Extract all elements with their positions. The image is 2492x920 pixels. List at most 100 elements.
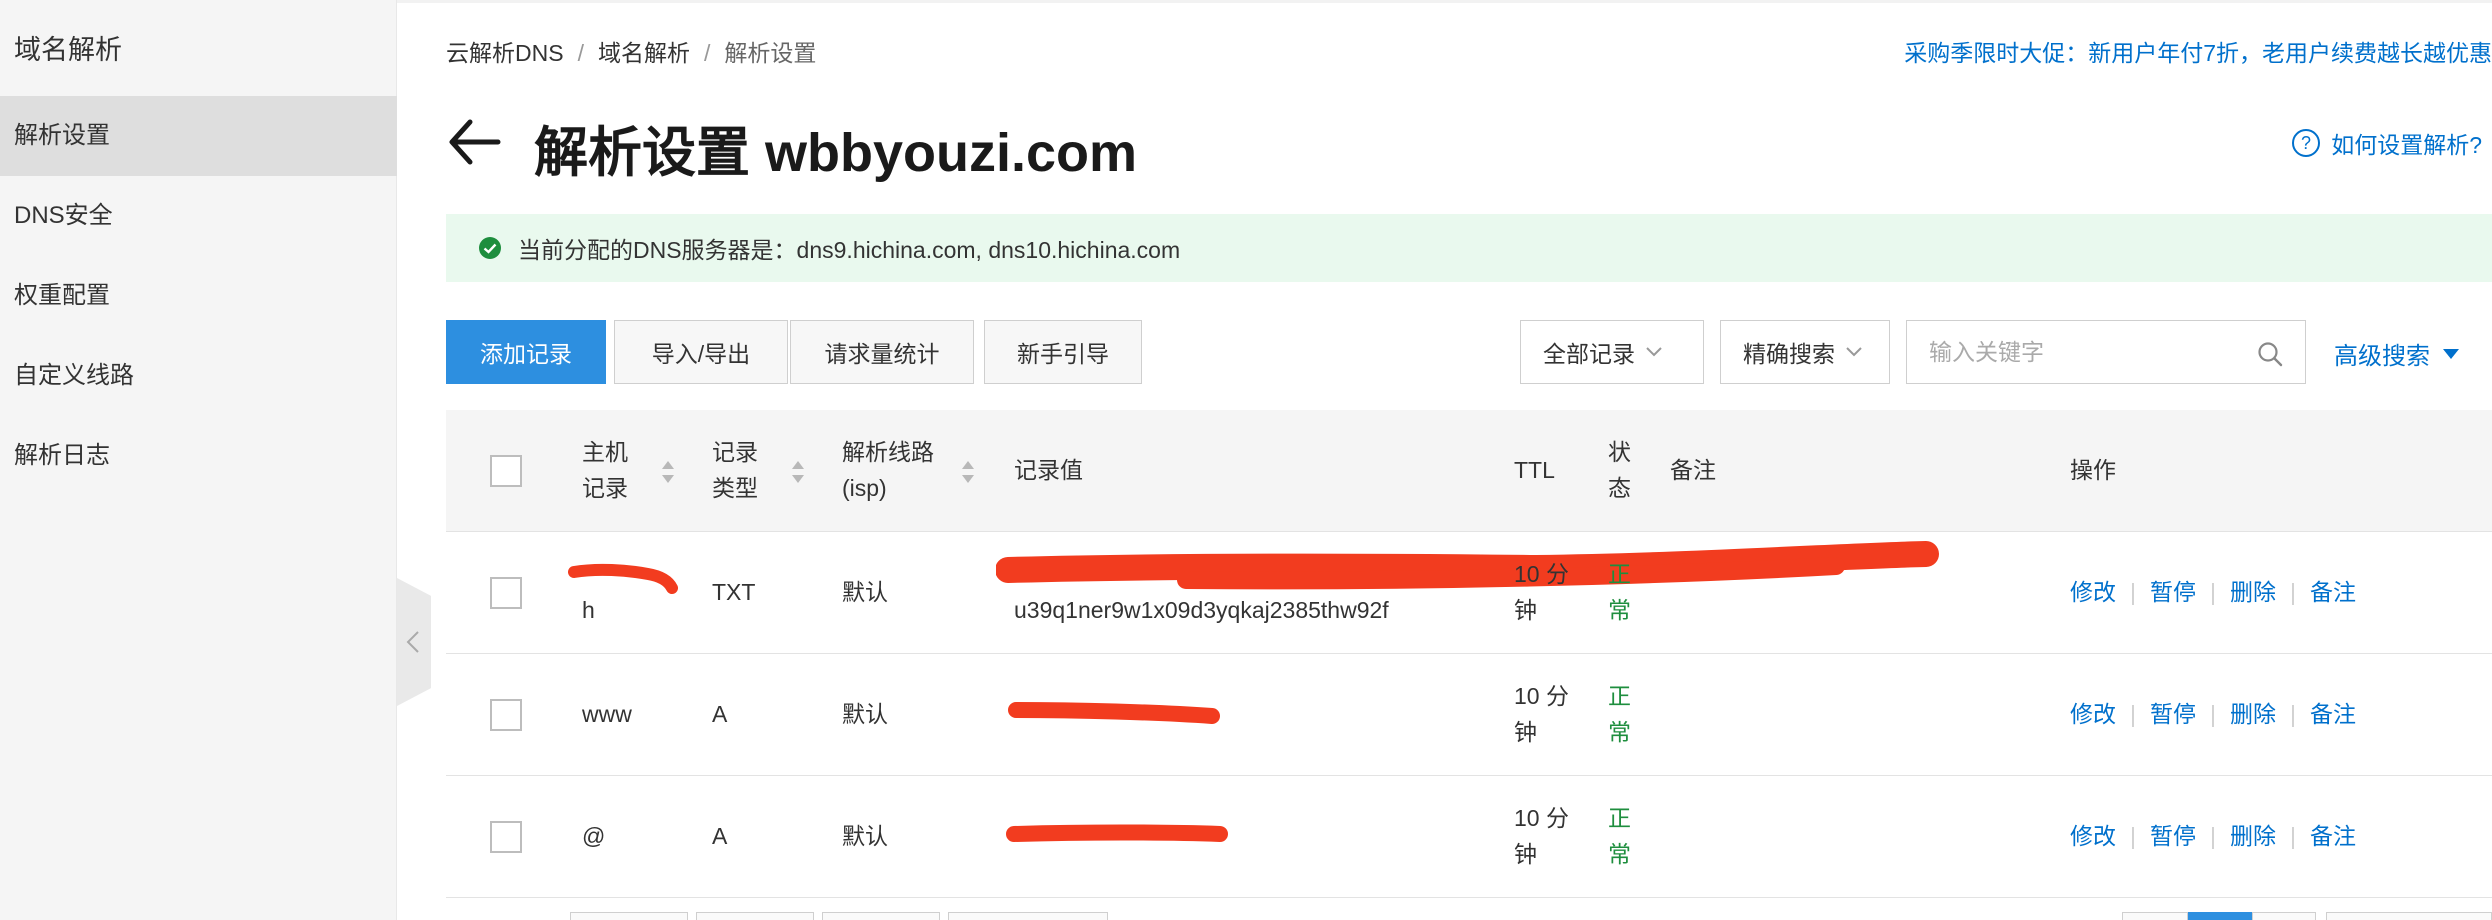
action-separator: | — [2209, 701, 2216, 727]
record-ttl: 10 分 钟 — [1514, 556, 1569, 628]
column-header-type[interactable]: 记录 类型 — [712, 434, 758, 506]
sidebar: 域名解析 解析设置 DNS安全 权重配置 自定义线路 解析日志 — [0, 0, 397, 920]
delete-link[interactable]: 删除 — [2230, 823, 2276, 849]
column-header-line[interactable]: 解析线路 (isp) — [842, 434, 934, 506]
app-root: 域名解析 解析设置 DNS安全 权重配置 自定义线路 解析日志 云解析DNS / 域… — [0, 0, 2492, 920]
sort-icon[interactable] — [660, 458, 676, 486]
redaction-mark — [1006, 824, 1228, 842]
column-header-type-line1: 记录 — [712, 439, 758, 465]
column-header-host-line1: 主机 — [582, 439, 628, 465]
search-mode-value: 精确搜索 — [1743, 341, 1835, 367]
column-header-status-line1: 状 — [1608, 439, 1631, 465]
add-record-button[interactable]: 添加记录 — [446, 320, 606, 384]
breadcrumb-cloud-dns[interactable]: 云解析DNS — [446, 40, 564, 66]
breadcrumb-separator: / — [703, 40, 711, 66]
action-separator: | — [2209, 579, 2216, 605]
record-line: 默认 — [842, 701, 888, 727]
action-separator: | — [2130, 701, 2136, 727]
svg-text:?: ? — [2301, 133, 2311, 153]
sidebar-collapse-handle[interactable] — [397, 578, 431, 706]
sidebar-item-dns-logs[interactable]: 解析日志 — [0, 416, 397, 496]
breadcrumb-domain-dns[interactable]: 域名解析 — [598, 40, 690, 66]
remark-link[interactable]: 备注 — [2310, 701, 2356, 727]
help-link-label: 如何设置解析? — [2331, 132, 2482, 158]
guide-button[interactable]: 新手引导 — [984, 320, 1142, 384]
record-filter-value: 全部记录 — [1543, 341, 1635, 367]
record-ttl-line1: 10 分 — [1514, 683, 1569, 709]
record-filter-select[interactable]: 全部记录 — [1520, 320, 1704, 384]
column-header-remark: 备注 — [1670, 457, 1716, 483]
remark-link[interactable]: 备注 — [2310, 579, 2356, 605]
request-stats-button[interactable]: 请求量统计 — [790, 320, 974, 384]
sidebar-item-dns-settings[interactable]: 解析设置 — [0, 96, 397, 176]
dns-server-banner: 当前分配的DNS服务器是：dns9.hichina.com, dns10.hic… — [446, 214, 2492, 282]
advanced-search-toggle[interactable]: 高级搜索 — [2334, 336, 2460, 371]
search-icon[interactable] — [2257, 341, 2283, 367]
chevron-left-icon — [406, 631, 419, 653]
redaction-mark — [996, 541, 1939, 590]
keyword-search-field[interactable] — [1906, 320, 2306, 384]
row-checkbox[interactable] — [490, 577, 522, 609]
edit-link[interactable]: 修改 — [2070, 701, 2116, 727]
edit-link[interactable]: 修改 — [2070, 579, 2116, 605]
table-row: www A 默认 10 分 钟 正 常 修改 | 暂停 | 删除 | 备注 — [446, 654, 2492, 776]
pause-link[interactable]: 暂停 — [2150, 579, 2196, 605]
record-ttl: 10 分 钟 — [1514, 800, 1569, 872]
record-ttl-line1: 10 分 — [1514, 805, 1569, 831]
table-row: h TXT 默认 u39q1ner9w1x09d3yqkaj2385thw92f… — [446, 532, 2492, 654]
chevron-down-icon — [1646, 347, 1662, 357]
promo-link[interactable]: 采购季限时大促：新用户年付7折，老用户续费越长越优惠 — [1904, 34, 2492, 68]
bulk-action-button[interactable] — [696, 912, 814, 920]
breadcrumb-separator: / — [577, 40, 584, 66]
sort-icon[interactable] — [790, 458, 806, 486]
bulk-action-button[interactable] — [948, 912, 1108, 920]
column-header-host[interactable]: 主机 记录 — [582, 434, 628, 506]
select-all-checkbox[interactable] — [490, 455, 522, 487]
edit-link[interactable]: 修改 — [2070, 823, 2116, 849]
pagination-button[interactable] — [2252, 912, 2316, 920]
row-checkbox[interactable] — [490, 821, 522, 853]
pause-link[interactable]: 暂停 — [2150, 701, 2196, 727]
pagination-button[interactable] — [2122, 912, 2188, 920]
column-header-status: 状 态 — [1608, 434, 1631, 506]
chevron-down-icon — [1846, 347, 1862, 357]
row-actions: 修改 | 暂停 | 删除 | 备注 — [2070, 574, 2356, 610]
sidebar-item-weight-config[interactable]: 权重配置 — [0, 256, 397, 336]
check-circle-icon — [479, 237, 501, 259]
column-header-value: 记录值 — [1014, 457, 1083, 483]
delete-link[interactable]: 删除 — [2230, 579, 2276, 605]
remark-link[interactable]: 备注 — [2310, 823, 2356, 849]
help-link[interactable]: ? 如何设置解析? — [2291, 126, 2482, 160]
record-status-line1: 正 — [1608, 805, 1631, 831]
import-export-button[interactable]: 导入/导出 — [614, 320, 788, 384]
sidebar-item-custom-lines[interactable]: 自定义线路 — [0, 336, 397, 416]
pagination-button[interactable] — [2326, 912, 2492, 920]
top-divider — [82, 0, 2492, 3]
pagination-current-page[interactable] — [2188, 912, 2252, 920]
redaction-mark — [568, 563, 678, 594]
delete-link[interactable]: 删除 — [2230, 701, 2276, 727]
bulk-action-button[interactable] — [570, 912, 688, 920]
record-ttl-line1: 10 分 — [1514, 561, 1569, 587]
back-button[interactable] — [446, 114, 502, 175]
search-mode-select[interactable]: 精确搜索 — [1720, 320, 1890, 384]
record-type: TXT — [712, 579, 756, 605]
keyword-search-input[interactable] — [1929, 338, 2249, 366]
record-status-line2: 常 — [1608, 841, 1631, 867]
record-ttl-line2: 钟 — [1514, 597, 1537, 623]
question-circle-icon: ? — [2292, 129, 2321, 157]
record-status-line2: 常 — [1608, 719, 1631, 745]
record-ttl-line2: 钟 — [1514, 719, 1537, 745]
record-status-line1: 正 — [1608, 683, 1631, 709]
row-checkbox[interactable] — [490, 699, 522, 731]
record-ttl: 10 分 钟 — [1514, 678, 1569, 750]
column-header-status-line2: 态 — [1608, 475, 1631, 501]
row-actions: 修改 | 暂停 | 删除 | 备注 — [2070, 696, 2356, 732]
sidebar-item-dns-security[interactable]: DNS安全 — [0, 176, 397, 256]
pause-link[interactable]: 暂停 — [2150, 823, 2196, 849]
action-separator: | — [2289, 579, 2296, 605]
bulk-action-button[interactable] — [822, 912, 940, 920]
sort-icon[interactable] — [960, 458, 976, 486]
record-line: 默认 — [842, 823, 888, 849]
sidebar-title: 域名解析 — [14, 35, 122, 65]
